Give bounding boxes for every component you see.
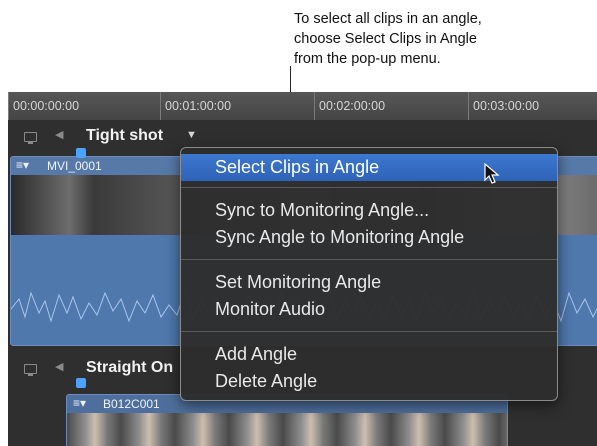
callout-line-1: To select all clips in an angle, [294, 11, 482, 27]
angle-name: Straight On [86, 359, 174, 376]
clip-menu-icon[interactable]: ≡▾ [16, 158, 29, 172]
clip-name: B012C001 [103, 397, 160, 411]
callout-line-3: from the pop-up menu. [294, 51, 441, 67]
ruler-tick: 00:03:00:00 [468, 92, 539, 120]
mouse-pointer-icon [484, 163, 500, 184]
clip-name: MVI_0001 [47, 159, 102, 173]
menu-item-add-angle[interactable]: Add Angle [181, 341, 557, 368]
menu-separator [181, 187, 557, 188]
playhead-marker[interactable] [76, 378, 86, 388]
multicam-clip[interactable]: ≡▾ B012C001 [66, 394, 508, 446]
speaker-icon[interactable]: ◀ [55, 361, 67, 373]
menu-item-monitor-audio[interactable]: Monitor Audio [181, 296, 557, 323]
menu-separator [181, 331, 557, 332]
angle-popup-menu: Select Clips in Angle Sync to Monitoring… [180, 147, 558, 401]
dropdown-arrow-icon[interactable]: ▼ [186, 129, 197, 141]
playhead-marker[interactable] [76, 148, 86, 158]
menu-item-sync-angle-to-monitoring-angle[interactable]: Sync Angle to Monitoring Angle [181, 224, 557, 251]
clip-filmstrip [67, 413, 507, 446]
monitor-icon[interactable] [24, 132, 37, 144]
monitor-icon[interactable] [24, 364, 37, 376]
callout-annotation: To select all clips in an angle, choose … [294, 9, 594, 69]
angle-name: Tight shot [86, 127, 164, 144]
menu-item-delete-angle[interactable]: Delete Angle [181, 368, 557, 395]
ruler-tick: 00:00:00:00 [8, 92, 79, 120]
menu-item-sync-to-monitoring-angle[interactable]: Sync to Monitoring Angle... [181, 197, 557, 224]
menu-separator [181, 259, 557, 260]
clip-menu-icon[interactable]: ≡▾ [73, 396, 86, 410]
ruler-tick: 00:02:00:00 [314, 92, 385, 120]
ruler-tick: 00:01:00:00 [160, 92, 231, 120]
speaker-icon[interactable]: ◀ [55, 129, 67, 141]
callout-line-2: choose Select Clips in Angle [294, 31, 477, 47]
menu-item-set-monitoring-angle[interactable]: Set Monitoring Angle [181, 269, 557, 296]
timeline-window: 00:00:00:00 00:01:00:00 00:02:00:00 00:0… [8, 92, 597, 446]
timeline-ruler[interactable]: 00:00:00:00 00:01:00:00 00:02:00:00 00:0… [8, 92, 597, 121]
